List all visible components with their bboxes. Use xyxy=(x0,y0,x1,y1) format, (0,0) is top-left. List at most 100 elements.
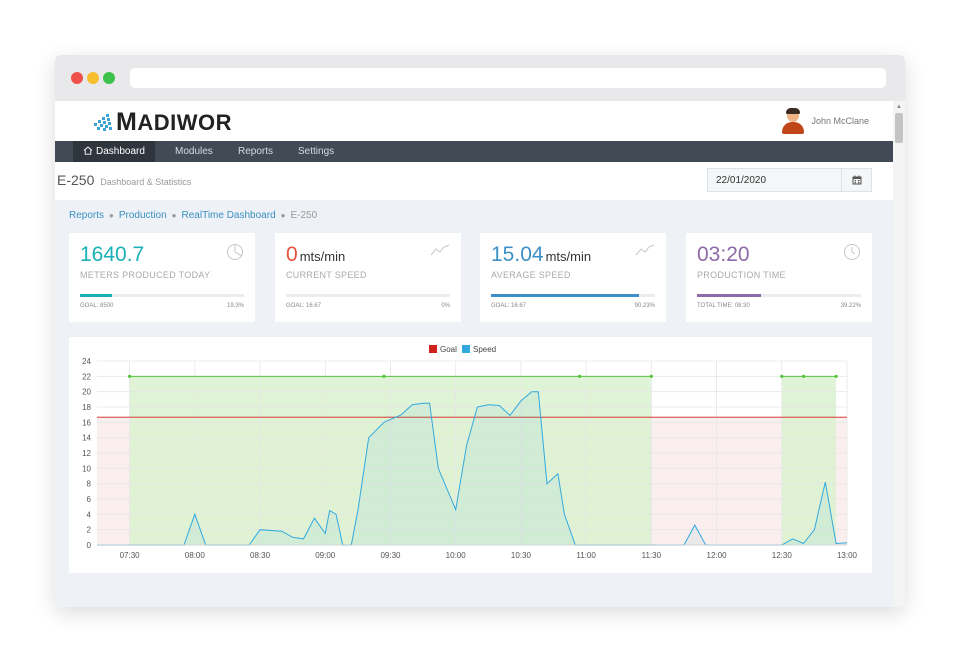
clock-icon xyxy=(844,244,860,260)
x-tick-label: 08:30 xyxy=(250,551,271,560)
x-tick-label: 13:00 xyxy=(837,551,858,560)
date-value: 22/01/2020 xyxy=(716,175,767,186)
pie-chart-icon xyxy=(227,244,243,260)
y-tick-label: 24 xyxy=(82,357,91,366)
y-tick-label: 4 xyxy=(87,510,92,519)
page-subtitle: Dashboard & Statistics xyxy=(100,177,192,187)
nav-reports[interactable]: Reports xyxy=(228,141,283,162)
progress-fill xyxy=(491,294,639,297)
x-tick-label: 11:30 xyxy=(642,551,662,560)
nav-dashboard[interactable]: Dashboard xyxy=(73,141,155,162)
stat-label: AVERAGE SPEED xyxy=(491,270,571,280)
nav-settings[interactable]: Settings xyxy=(288,141,344,162)
avatar xyxy=(781,108,805,134)
date-picker[interactable]: 22/01/2020 xyxy=(707,168,872,192)
nav-modules[interactable]: Modules xyxy=(165,141,223,162)
running-marker xyxy=(578,374,582,378)
address-bar[interactable] xyxy=(130,68,886,88)
user-menu[interactable]: John McClane xyxy=(781,108,869,134)
progress-bar xyxy=(697,294,861,297)
breadcrumb-realtime-dashboard[interactable]: RealTime Dashboard xyxy=(182,210,276,221)
progress-bar xyxy=(491,294,655,297)
running-marker xyxy=(834,374,838,378)
stat-card-average-speed: 15.04 mts/min AVERAGE SPEED GOAL: 16.67 9… xyxy=(480,233,666,322)
x-tick-label: 09:00 xyxy=(315,551,336,560)
stat-goal: GOAL: 16.67 xyxy=(491,303,527,309)
stat-label: PRODUCTION TIME xyxy=(697,270,786,280)
minimize-window-button[interactable] xyxy=(87,72,99,84)
page-title: E-250 Dashboard & Statistics xyxy=(57,172,192,188)
chart-legend: Goal Speed xyxy=(429,345,496,354)
scrollbar[interactable]: ▲ xyxy=(893,101,905,607)
progress-bar xyxy=(286,294,450,297)
legend-label-speed: Speed xyxy=(473,345,496,354)
y-tick-label: 18 xyxy=(82,403,91,412)
nav-label: Reports xyxy=(238,146,274,157)
y-tick-label: 16 xyxy=(82,418,91,427)
home-icon xyxy=(83,146,93,155)
running-marker xyxy=(801,374,806,378)
brand-logo[interactable]: MADIWOR xyxy=(92,107,232,136)
speed-chart: 02468101214161820222407:30 08:00 08:30 09:0… xyxy=(82,345,858,560)
x-tick-label: 10:30 xyxy=(511,551,532,560)
scroll-up-icon[interactable]: ▲ xyxy=(896,104,902,110)
breadcrumb-separator: ● xyxy=(109,211,114,220)
x-tick-label: 11:00 xyxy=(576,551,596,560)
stat-value: 03:20 xyxy=(697,243,750,266)
y-tick-label: 8 xyxy=(87,480,92,489)
breadcrumb-reports[interactable]: Reports xyxy=(69,210,104,221)
stat-goal: TOTAL TIME: 08:30 xyxy=(697,303,750,309)
user-name: John McClane xyxy=(811,116,869,126)
breadcrumb-separator: ● xyxy=(171,211,177,220)
progress-bar xyxy=(80,294,244,297)
breadcrumb-current: E-250 xyxy=(290,210,318,221)
stat-card-meters: 1640.7 METERS PRODUCED TODAY GOAL: 8500 … xyxy=(69,233,255,322)
nav-label: Modules xyxy=(175,146,213,157)
y-tick-label: 10 xyxy=(82,464,91,473)
close-window-button[interactable] xyxy=(71,72,83,84)
stat-label: CURRENT SPEED xyxy=(286,270,367,280)
scrollbar-thumb[interactable] xyxy=(895,113,903,143)
x-tick-label: 10:00 xyxy=(446,551,467,560)
nav-label: Dashboard xyxy=(96,146,145,157)
y-tick-label: 12 xyxy=(82,449,91,458)
nav-label: Settings xyxy=(298,146,335,157)
stat-percent: 39.22% xyxy=(840,303,861,309)
stat-value: 15.04 mts/min xyxy=(491,243,592,266)
y-tick-label: 20 xyxy=(82,388,91,397)
x-tick-label: 09:30 xyxy=(380,551,401,560)
legend-label-goal: Goal xyxy=(440,345,457,354)
speed-chart-panel: 0 2 4 6 8 10 12 14 16 18 20 22 24 07:30 08:00 08:30 09:0… xyxy=(69,337,872,573)
y-tick-label: 6 xyxy=(87,495,92,504)
x-tick-label: 12:00 xyxy=(707,551,728,560)
stat-goal: GOAL: 8500 xyxy=(80,303,114,309)
legend-swatch-goal xyxy=(429,345,437,353)
x-tick-label: 08:00 xyxy=(185,551,206,560)
page-header: E-250 Dashboard & Statistics 22/01/2020 xyxy=(55,162,893,200)
stat-goal: GOAL: 16.67 xyxy=(286,303,322,309)
x-tick-label: 07:30 xyxy=(120,551,141,560)
running-marker xyxy=(780,374,784,378)
x-tick-label: 12:30 xyxy=(772,551,793,560)
y-tick-label: 22 xyxy=(82,372,91,381)
running-marker xyxy=(128,374,132,378)
calendar-icon[interactable] xyxy=(841,169,871,191)
stat-value: 1640.7 xyxy=(80,243,145,266)
trend-line-icon xyxy=(430,244,450,256)
stat-card-current-speed: 0 mts/min CURRENT SPEED GOAL: 16.67 0% xyxy=(275,233,461,322)
stat-card-production-time: 03:20 PRODUCTION TIME TOTAL TIME: 08:30 … xyxy=(686,233,872,322)
stat-percent: 19.3% xyxy=(226,303,244,309)
stat-label: METERS PRODUCED TODAY xyxy=(80,270,211,280)
running-marker xyxy=(382,374,386,378)
brand-name: MADIWOR xyxy=(116,107,232,136)
breadcrumb-production[interactable]: Production xyxy=(119,210,167,221)
browser-window: MADIWOR John McClane Dashboard Modules R… xyxy=(55,55,905,607)
logo-pixel-icon xyxy=(92,112,114,132)
trend-line-icon xyxy=(635,244,655,256)
browser-chrome xyxy=(55,55,905,101)
stat-value: 0 mts/min xyxy=(286,243,346,266)
y-tick-label: 14 xyxy=(82,434,91,443)
app-topbar: MADIWOR John McClane xyxy=(55,101,893,141)
running-marker xyxy=(649,374,653,378)
maximize-window-button[interactable] xyxy=(103,72,115,84)
